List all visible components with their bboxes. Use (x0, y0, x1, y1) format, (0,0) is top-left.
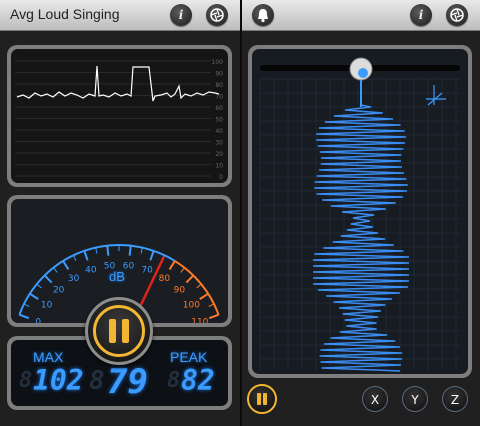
pause-icon (257, 393, 267, 405)
graph-scale-label: 20 (215, 151, 223, 158)
graph-scale-label: 0 (219, 174, 223, 181)
aperture-icon (450, 8, 464, 22)
meter-tick (23, 303, 30, 308)
peak-label: PEAK (170, 349, 208, 365)
meter-tick (199, 292, 209, 300)
pause-icon (109, 319, 129, 343)
meter-tick (62, 260, 70, 270)
info-button[interactable]: i (410, 4, 432, 26)
peak-ghost-digit: 8 (167, 368, 181, 393)
history-graph-panel: 100 90 80 70 60 50 40 30 20 10 0 (7, 45, 232, 187)
meter-tick-label: 70 (141, 266, 153, 276)
graph-scale-label: 60 (215, 105, 223, 112)
current-value: 79 (107, 362, 148, 402)
meter-tick (168, 260, 176, 270)
peak-value: 82 (181, 364, 215, 397)
pen-knob-light (358, 68, 368, 78)
meter-tick-label: 20 (53, 286, 65, 296)
meter-tick (180, 267, 185, 273)
graph-scale-label: 80 (215, 82, 223, 89)
meter-tick (128, 245, 132, 256)
graph-scale-label: 10 (215, 163, 223, 170)
title-bar: i (242, 0, 480, 31)
meter-tick-label: 100 (183, 301, 200, 311)
meter-tick-label: 110 (191, 318, 208, 323)
bell-icon (258, 9, 268, 23)
current-ghost-digit: 8 (89, 366, 105, 396)
meter-tick (19, 313, 30, 320)
graph-scale-label: 90 (215, 71, 223, 78)
meter-tick (196, 283, 202, 289)
decibel-meter-pane: Avg Loud Singing i 100 90 80 70 60 50 40 30 20 10… (0, 0, 240, 426)
meter-tick-label: 90 (174, 286, 186, 296)
meter-tick-label: 10 (41, 301, 53, 311)
graph-scale-label: 70 (215, 94, 223, 101)
meter-tick (140, 247, 143, 254)
title-bar: Avg Loud Singing i (0, 0, 240, 31)
y-axis-button[interactable]: Y (402, 386, 428, 412)
meter-tick (29, 292, 39, 300)
pause-button-small[interactable] (247, 384, 277, 414)
info-button[interactable]: i (170, 4, 192, 26)
z-axis-button[interactable]: Z (442, 386, 468, 412)
meter-tick-label: 40 (85, 266, 97, 276)
meter-unit-label: dB (109, 269, 125, 284)
vibration-pane: i X Y Z (242, 0, 480, 426)
meter-tick (53, 267, 58, 273)
settings-button[interactable] (446, 4, 468, 26)
meter-tick (83, 250, 89, 261)
meter-tick-label: 80 (159, 274, 171, 284)
meter-tick (208, 303, 215, 308)
meter-tick (208, 313, 219, 320)
meter-tick (149, 250, 155, 261)
max-value: 102 (33, 364, 84, 397)
max-label: MAX (33, 349, 64, 365)
pause-button[interactable] (85, 297, 153, 365)
meter-tick (36, 283, 42, 289)
graph-scale-label: 50 (215, 117, 223, 124)
aperture-icon (210, 8, 224, 22)
meter-tick-label: 30 (68, 274, 80, 284)
meter-tick-label: 0 (35, 318, 41, 323)
meter-tick (43, 274, 53, 284)
history-graph: 1009080706050403020100 (15, 59, 224, 181)
settings-button[interactable] (206, 4, 228, 26)
graph-scale-label: 100 (212, 59, 224, 66)
meter-tick (106, 245, 110, 256)
alarm-button[interactable] (252, 4, 274, 26)
meter-tick (95, 247, 98, 254)
max-ghost-digit: 8 (19, 368, 33, 393)
seismograph (259, 57, 460, 372)
seismograph-panel (248, 45, 472, 378)
app-title: Avg Loud Singing (10, 6, 120, 22)
meter-tick (72, 255, 77, 261)
meter-tick (185, 274, 195, 284)
graph-scale-label: 40 (215, 128, 223, 135)
axis-icon (426, 85, 446, 106)
x-axis-button[interactable]: X (362, 386, 388, 412)
graph-scale-label: 30 (215, 140, 223, 147)
